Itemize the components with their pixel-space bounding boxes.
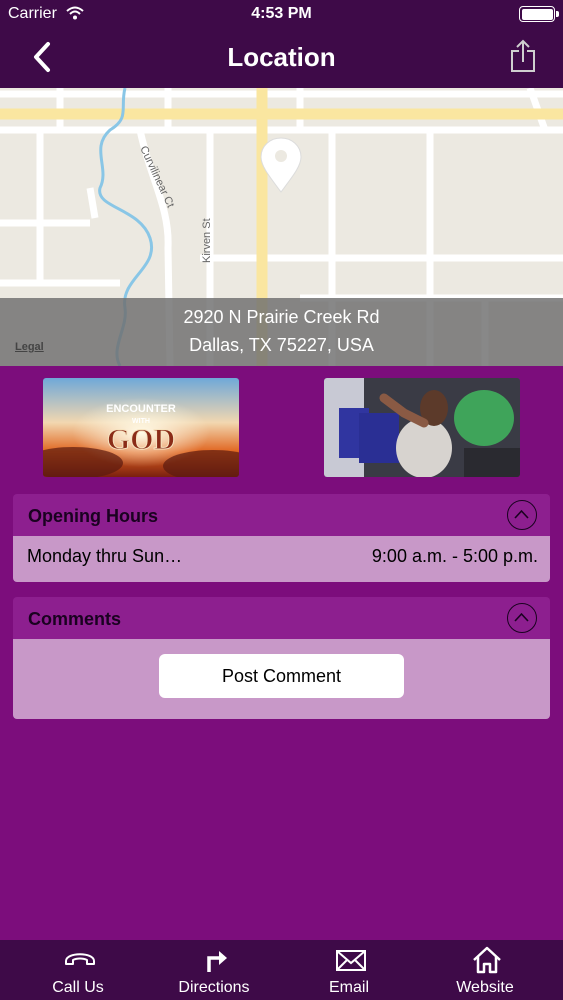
chevron-left-icon <box>34 42 50 72</box>
tab-label: Website <box>456 979 514 996</box>
collapse-toggle-button[interactable] <box>507 603 537 633</box>
tab-directions[interactable]: Directions <box>159 940 269 1000</box>
comments-panel: Comments Post Comment <box>13 597 550 719</box>
share-button[interactable] <box>507 38 539 74</box>
home-icon <box>473 946 501 974</box>
opening-hours-header[interactable]: Opening Hours <box>13 494 550 536</box>
comments-header[interactable]: Comments <box>13 597 550 639</box>
chevron-up-icon <box>514 509 529 519</box>
address-overlay: 2920 N Prairie Creek Rd Dallas, TX 75227… <box>0 298 563 366</box>
comments-body: Post Comment <box>13 639 550 719</box>
hours-day: Monday thru Sun… <box>27 546 183 566</box>
worship-photo-image[interactable] <box>324 378 520 477</box>
svg-text:ENCOUNTER: ENCOUNTER <box>106 403 176 415</box>
legal-link[interactable]: Legal <box>15 341 44 353</box>
address-line-1: 2920 N Prairie Creek Rd <box>183 307 380 327</box>
envelope-icon <box>336 950 366 971</box>
hours-range: 9:00 a.m. - 5:00 p.m. <box>371 546 538 566</box>
opening-hours-row: Monday thru Sun… 9:00 a.m. - 5:00 p.m. <box>13 536 550 582</box>
tab-label: Email <box>328 979 369 996</box>
page-title: Location <box>227 42 336 72</box>
tab-email[interactable]: Email <box>294 940 404 1000</box>
post-comment-button[interactable]: Post Comment <box>159 654 404 698</box>
phone-icon <box>65 953 95 965</box>
tab-label: Call Us <box>52 979 104 996</box>
status-bar: Carrier 4:53 PM <box>0 0 563 28</box>
directions-arrow-icon <box>207 951 227 972</box>
encounter-with-god-image[interactable]: ENCOUNTER WITH GOD <box>43 378 239 477</box>
tab-website[interactable]: Website <box>430 940 540 1000</box>
street-label: Kirven St <box>201 218 213 263</box>
opening-hours-panel: Opening Hours Monday thru Sun… 9:00 a.m.… <box>13 494 550 582</box>
tab-call-us[interactable]: Call Us <box>23 940 133 1000</box>
tab-bar: Call Us Directions Email Website <box>0 940 563 1000</box>
share-icon <box>511 39 535 72</box>
back-button[interactable] <box>26 38 62 78</box>
collapse-toggle-button[interactable] <box>507 500 537 530</box>
nav-bar: Location <box>0 28 563 88</box>
status-time: 4:53 PM <box>251 5 312 22</box>
chevron-up-icon <box>514 612 529 622</box>
svg-text:GOD: GOD <box>107 423 175 456</box>
comments-title: Comments <box>28 609 122 629</box>
battery-icon <box>519 6 559 22</box>
map-view[interactable]: Curvilinear Ct Kirven St 2920 N Prairie … <box>0 88 563 366</box>
tab-label: Directions <box>178 979 250 996</box>
address-line-2: Dallas, TX 75227, USA <box>189 335 374 355</box>
opening-hours-title: Opening Hours <box>28 506 158 526</box>
